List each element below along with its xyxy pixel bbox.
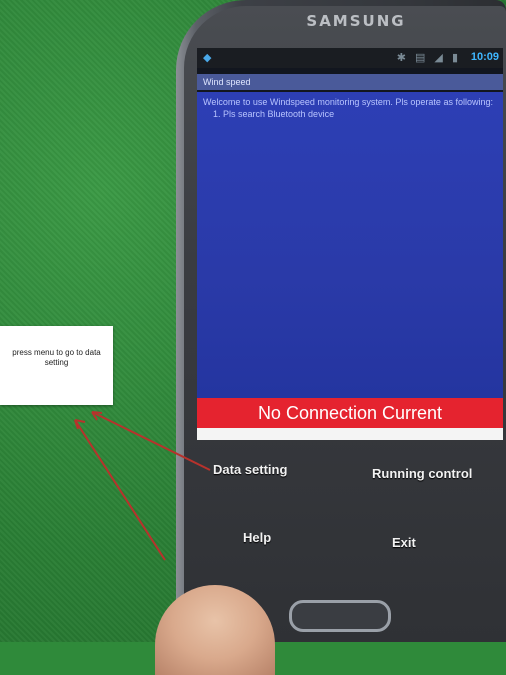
arrow-to-data-setting: [91, 411, 211, 471]
annotation-arrows: [74, 411, 211, 561]
